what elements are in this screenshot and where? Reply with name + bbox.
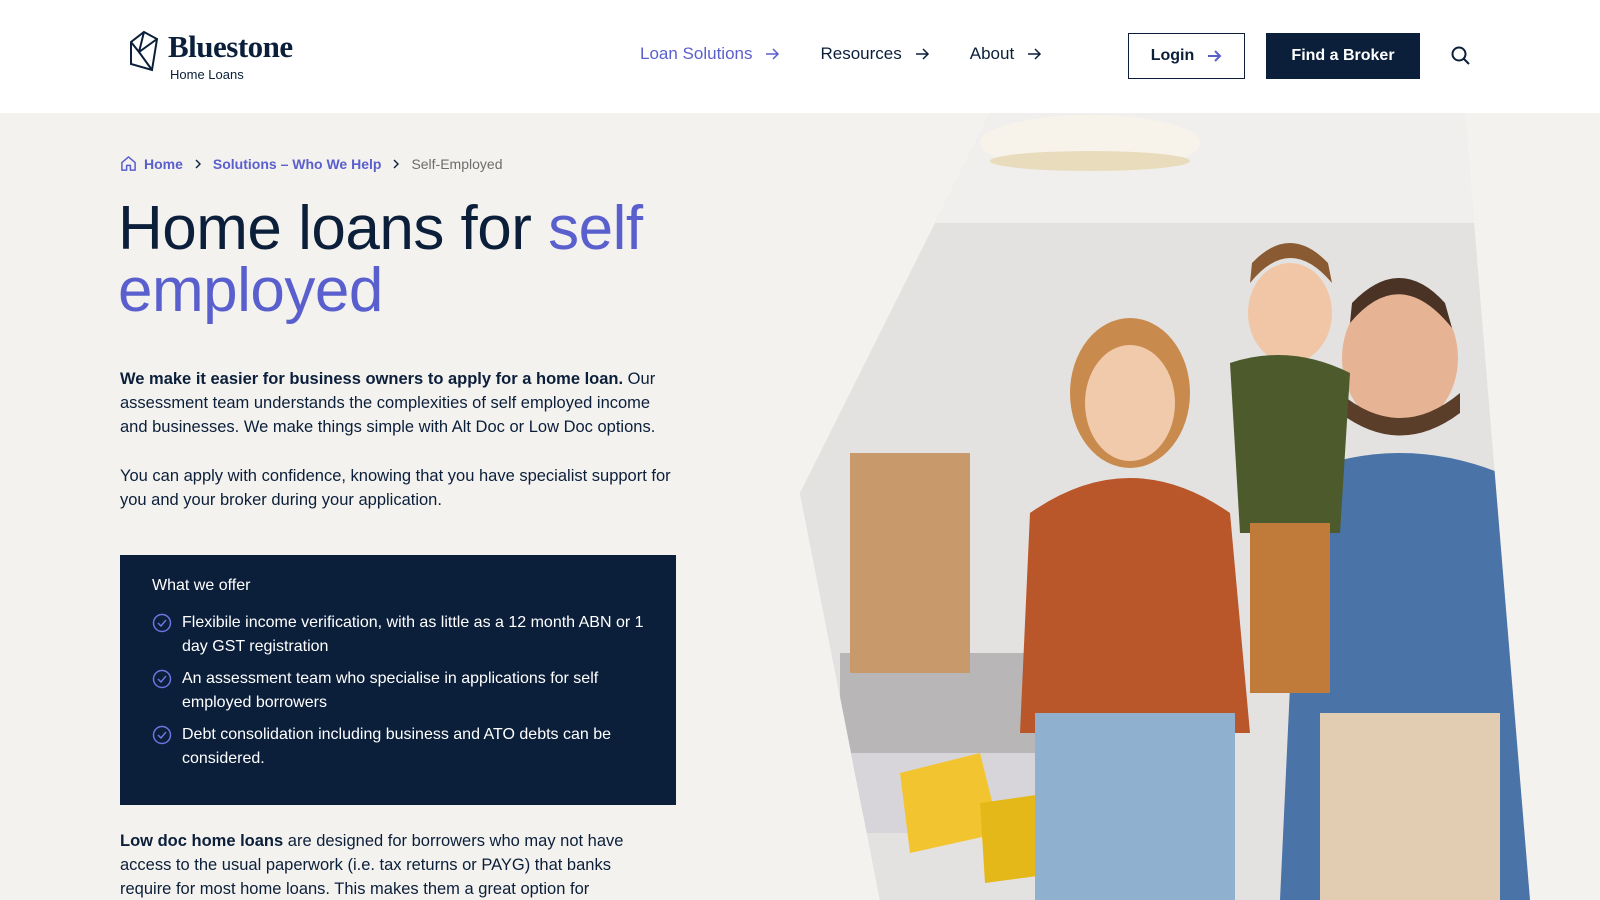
login-button-label: Login [1150, 47, 1195, 64]
find-broker-button-label: Find a Broker [1291, 47, 1395, 64]
nav-resources-label: Resources [820, 44, 902, 63]
arrow-right-icon [915, 48, 929, 60]
offer-item: Flexibile income verification, with as l… [152, 611, 644, 659]
offer-list: Flexibile income verification, with as l… [152, 611, 644, 771]
check-circle-icon [152, 669, 172, 689]
nav-loan-solutions-label: Loan Solutions [640, 44, 753, 63]
arrow-right-icon [1028, 48, 1042, 60]
nav-about-label: About [969, 44, 1015, 63]
hero-family-photo [800, 113, 1530, 900]
find-broker-button[interactable]: Find a Broker [1266, 33, 1420, 79]
logo-name: Bluestone [168, 29, 293, 64]
login-button[interactable]: Login [1128, 33, 1245, 79]
home-icon[interactable] [120, 155, 137, 172]
chevron-right-icon [393, 159, 400, 168]
intro-bold: We make it easier for business owners to… [120, 370, 624, 388]
chevron-right-icon [195, 159, 201, 168]
search-icon[interactable] [1450, 45, 1472, 67]
arrow-right-icon [766, 48, 780, 60]
low-doc-paragraph: Low doc home loans are designed for borr… [120, 829, 660, 900]
site-header: Bluestone Home Loans Loan Solutions Reso… [0, 0, 1600, 113]
main-nav: Loan Solutions Resources About [640, 44, 1082, 64]
page-title: Home loans for self employed [118, 198, 718, 322]
page-title-plain: Home loans for [118, 194, 549, 263]
offer-item-text: Flexibile income verification, with as l… [182, 614, 644, 655]
offer-item: An assessment team who specialise in app… [152, 667, 644, 715]
low-doc-bold: Low doc home loans [120, 832, 284, 850]
nav-about[interactable]: About [970, 44, 1042, 64]
breadcrumb-solutions[interactable]: Solutions – Who We Help [213, 156, 382, 172]
breadcrumb-current: Self-Employed [411, 155, 503, 172]
check-circle-icon [152, 613, 172, 633]
offer-item-text: An assessment team who specialise in app… [182, 670, 599, 711]
offer-item: Debt consolidation including business an… [152, 723, 644, 771]
intro-paragraph-2: You can apply with confidence, knowing t… [120, 467, 671, 509]
what-we-offer-panel: What we offer Flexibile income verificat… [120, 555, 676, 805]
logo[interactable]: Bluestone Home Loans [128, 30, 293, 82]
check-circle-icon [152, 725, 172, 745]
intro-paragraph: We make it easier for business owners to… [120, 367, 680, 439]
bluestone-logo-icon [130, 30, 159, 72]
logo-tagline: Home Loans [170, 67, 244, 82]
offer-heading: What we offer [152, 577, 251, 594]
nav-loan-solutions[interactable]: Loan Solutions [640, 44, 780, 64]
breadcrumb-home[interactable]: Home [144, 156, 183, 172]
breadcrumb: Home Solutions – Who We Help Self-Employ… [120, 155, 502, 172]
offer-item-text: Debt consolidation including business an… [182, 726, 612, 767]
arrow-right-icon [1208, 50, 1222, 62]
nav-resources[interactable]: Resources [820, 44, 929, 64]
